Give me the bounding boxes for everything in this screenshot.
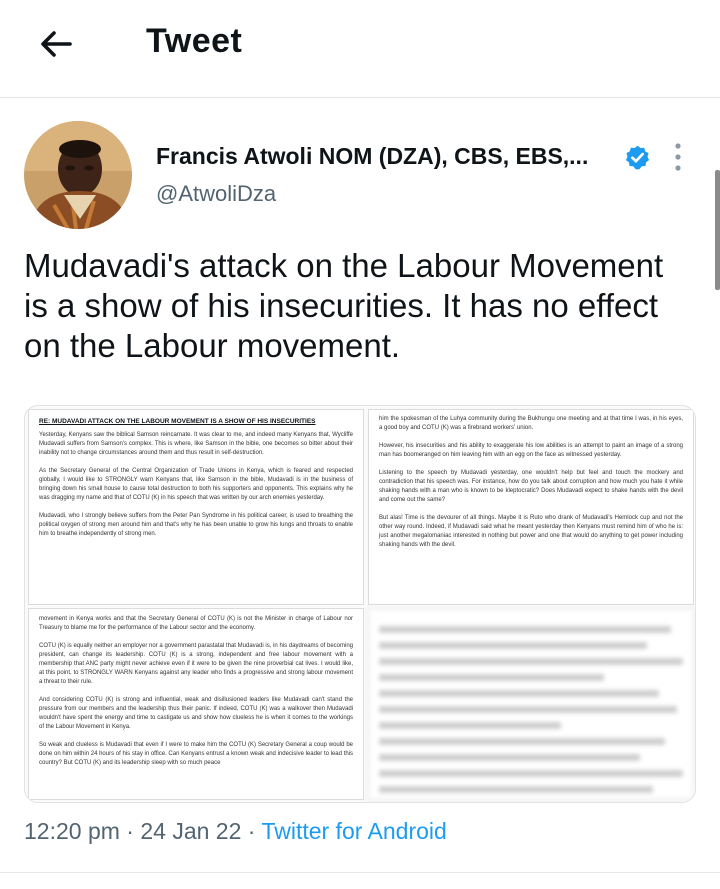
author-handle[interactable]: @AtwoliDza [156,181,276,207]
meta-divider [0,872,720,873]
blurred-text-line [379,690,659,697]
document-paragraph: And considering COTU (K) is strong and i… [39,697,353,730]
document-page-2[interactable]: him the spokesman of the Luhya community… [368,409,694,605]
author-name[interactable]: Francis Atwoli NOM (DZA), CBS, EBS,... [156,143,588,170]
blurred-text-line [379,770,683,777]
blurred-text-line [379,626,671,633]
tweet-text: Mudavadi's attack on the Labour Movement… [24,247,664,364]
document-paragraph: Listening to the speech by Mudavadi yest… [379,470,683,503]
verified-badge-icon [625,145,650,170]
blurred-text-line [379,674,604,681]
page-title: Tweet [146,22,243,60]
document-paragraph: As the Secretary General of the Central … [39,468,353,501]
blurred-text-line [379,786,653,793]
document-paragraph: him the spokesman of the Luhya community… [379,416,683,431]
avatar-image [24,121,132,229]
blurred-text-line [379,642,647,649]
document-paragraph: Mudavadi, who I strongly believe suffers… [39,513,353,537]
tweet-media[interactable]: RE: MUDAVADI ATTACK ON THE LABOUR MOVEME… [24,405,696,803]
blurred-text-line [379,722,562,729]
document-paragraph: Yesterday, Kenyans saw the biblical Sams… [39,432,353,456]
avatar[interactable] [24,121,132,229]
document-paragraph: But alas! Time is the devourer of all th… [379,515,683,548]
document-title: RE: MUDAVADI ATTACK ON THE LABOUR MOVEME… [39,418,316,425]
document-page-4-blurred[interactable] [368,608,694,800]
document-paragraph: So weak and clueless is Mudavadi that ev… [39,742,353,766]
more-options-icon[interactable] [666,140,690,174]
document-paragraph: However, his insecurities and his abilit… [379,443,683,458]
document-page-1[interactable]: RE: MUDAVADI ATTACK ON THE LABOUR MOVEME… [28,409,364,605]
blurred-text-line [379,658,683,665]
document-page-3[interactable]: movement in Kenya works and that the Sec… [28,608,364,800]
document-paragraph: COTU (K) is equally neither an employer … [39,643,353,685]
scrollbar[interactable] [715,170,720,290]
blurred-text-line [379,754,641,761]
top-bar: Tweet [0,0,720,90]
meta-separator: · [247,818,256,844]
meta-separator: · [126,818,134,844]
tweet-source-link[interactable]: Twitter for Android [261,818,446,844]
blurred-text-line [379,738,665,745]
blurred-text-line [379,706,677,713]
document-paragraph: movement in Kenya works and that the Sec… [39,616,353,631]
header-divider [0,97,720,98]
tweet-meta: 12:20 pm · 24 Jan 22 · Twitter for Andro… [24,818,447,845]
tweet-time: 12:20 pm [24,818,120,844]
tweet-date: 24 Jan 22 [140,818,242,844]
arrow-left-icon[interactable] [36,24,76,64]
